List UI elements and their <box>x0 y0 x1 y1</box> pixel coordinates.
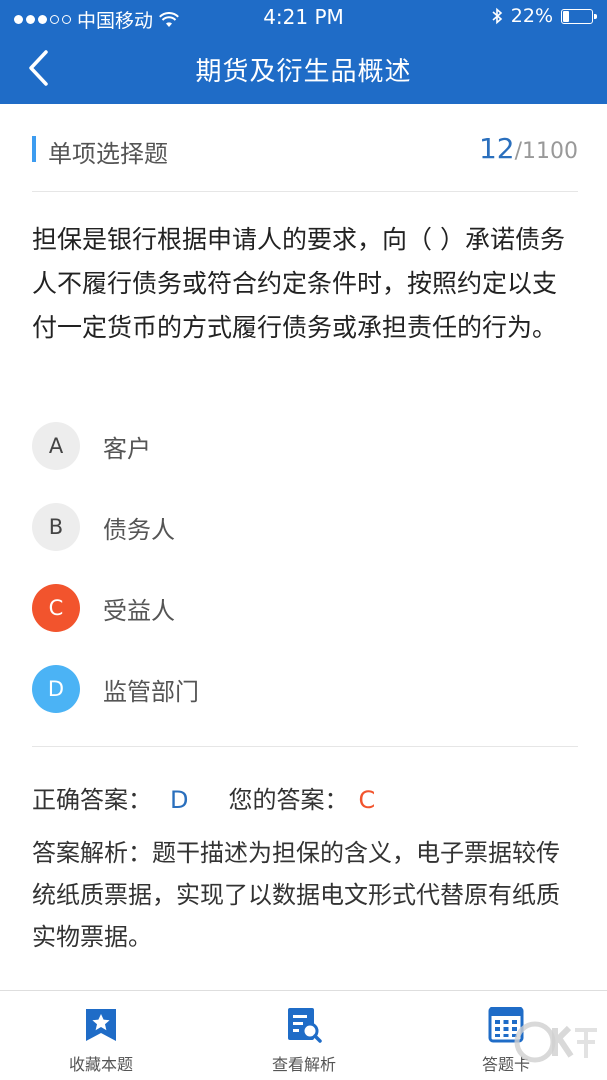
bluetooth-icon <box>492 7 502 25</box>
answer-summary: 正确答案： D 您的答案： C <box>32 780 375 815</box>
app-header: 中国移动 4:21 PM 22% 期货及衍生品概述 <box>0 0 607 104</box>
answer-analysis: 答案解析：题干描述为担保的含义，电子票据较传统纸质票据，实现了以数据电文形式代替… <box>32 839 560 951</box>
option-letter: C <box>32 584 80 632</box>
watermark-logo <box>514 1021 597 1063</box>
option-text: 监管部门 <box>103 677 199 706</box>
option-letter: B <box>32 503 80 551</box>
battery-icon <box>561 8 597 24</box>
option-letter: D <box>32 665 80 713</box>
tab-label: 查看解析 <box>271 1055 336 1074</box>
tab-view-analysis[interactable]: 查看解析 <box>224 991 384 1080</box>
accent-bar <box>32 136 36 162</box>
correct-answer-value: D <box>170 786 189 814</box>
option-a[interactable]: A 客户 <box>32 421 578 471</box>
option-text: 客户 <box>103 434 151 463</box>
option-text: 债务人 <box>103 515 175 544</box>
question-total: /1100 <box>514 139 578 164</box>
question-text: 担保是银行根据申请人的要求，向（ ）承诺债务人不履行债务或符合约定条件时，按照约… <box>32 225 565 342</box>
question-type-header: 单项选择题 12/1100 <box>32 124 578 174</box>
option-d[interactable]: D 监管部门 <box>32 664 578 714</box>
page-title: 期货及衍生品概述 <box>195 57 412 87</box>
question-current: 12 <box>478 132 515 165</box>
question-type-label: 单项选择题 <box>48 140 168 168</box>
your-answer-value: C <box>358 786 376 814</box>
correct-answer-label: 正确答案： <box>32 786 152 814</box>
option-letter: A <box>32 422 80 470</box>
option-b[interactable]: B 债务人 <box>32 502 578 552</box>
divider <box>32 191 578 192</box>
status-bar: 中国移动 4:21 PM 22% <box>0 0 607 34</box>
option-text: 受益人 <box>103 596 175 625</box>
status-right: 22% <box>491 5 597 27</box>
document-search-icon <box>288 1008 322 1043</box>
battery-percent: 22% <box>510 5 553 27</box>
nav-bar: 期货及衍生品概述 <box>0 34 607 104</box>
question-counter: 12/1100 <box>479 132 578 165</box>
tab-bookmark[interactable]: 收藏本题 <box>21 991 181 1080</box>
your-answer-label: 您的答案： <box>228 786 349 814</box>
divider <box>32 746 578 747</box>
tab-label: 收藏本题 <box>68 1055 133 1074</box>
bookmark-star-icon <box>86 1009 116 1041</box>
option-c[interactable]: C 受益人 <box>32 583 578 633</box>
battery-fill <box>563 10 569 22</box>
